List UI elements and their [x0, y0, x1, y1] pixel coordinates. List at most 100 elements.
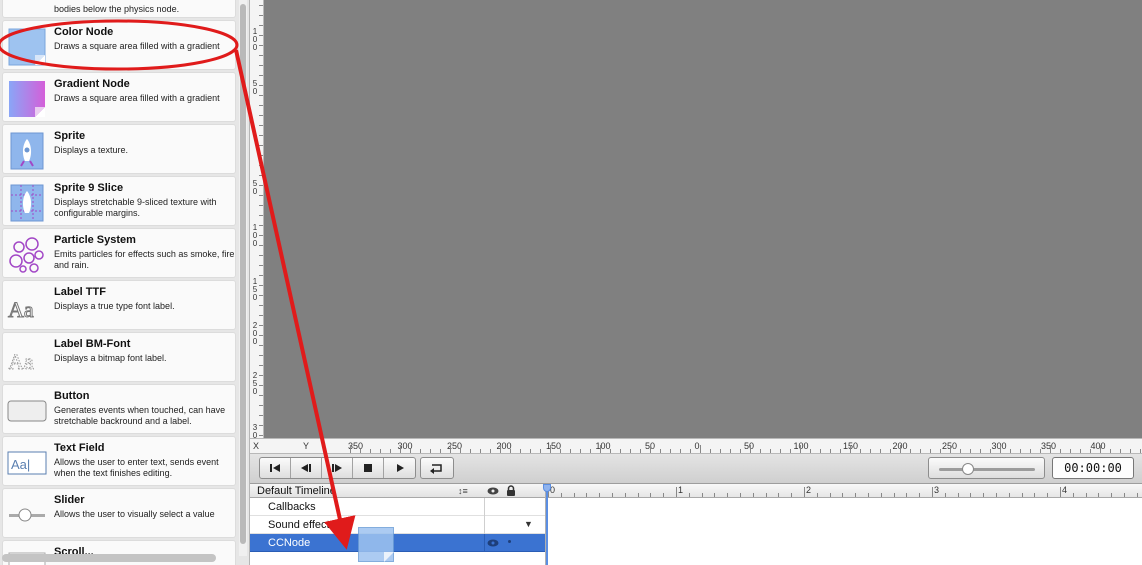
timeline-ruler-tick [1073, 493, 1074, 497]
hruler-tick [1060, 449, 1061, 453]
vruler-tick [259, 45, 263, 46]
timeline-ruler-tick [1124, 493, 1125, 497]
hruler-tick [1140, 449, 1141, 453]
vruler-label: 50 [252, 179, 258, 196]
library-item-label-ttf[interactable]: Aa Label TTF Displays a true type font lab… [2, 280, 236, 330]
timeline-zoom-slider[interactable] [928, 457, 1045, 479]
vruler-tick [259, 365, 263, 366]
loop-button[interactable] [420, 457, 454, 479]
row-label: Sound effects [268, 519, 336, 531]
timeline-row-ccnode[interactable]: CCNode [250, 534, 545, 552]
sprite-9-slice-icon [7, 183, 47, 223]
hruler-label: 100 [793, 441, 809, 451]
lock-dot-icon[interactable] [508, 540, 511, 543]
text-field-icon: Aa| [7, 443, 47, 483]
timeline-playhead[interactable] [543, 484, 551, 565]
skip-to-start-icon [270, 464, 280, 472]
stage-canvas[interactable] [264, 0, 1142, 438]
button-icon [7, 391, 47, 431]
library-item-name: Sprite [54, 130, 86, 142]
hruler-tick [670, 449, 671, 453]
hruler-tick [820, 449, 821, 453]
library-horizontal-scrollbar[interactable] [2, 554, 216, 562]
library-item-name: Text Field [54, 442, 105, 454]
disclosure-triangle-icon[interactable]: ▼ [524, 519, 533, 529]
library-item-label-bm-font[interactable]: Aa Label BM-Font Displays a bitmap font la… [2, 332, 236, 382]
step-forward-button[interactable] [322, 458, 353, 478]
vruler-tick [259, 235, 263, 236]
vruler-tick [259, 165, 263, 166]
gradient-node-icon [7, 79, 47, 119]
timeline-row-callbacks[interactable]: Callbacks [250, 498, 545, 516]
timeline-menu-icon[interactable]: ↕≡ [458, 484, 468, 498]
library-item-color-node[interactable]: Color Node Draws a square area filled wit… [2, 20, 236, 70]
timeline-time-ruler[interactable]: 01234 [546, 484, 1142, 498]
hruler-label: 100 [595, 441, 611, 451]
vruler-tick [259, 315, 263, 316]
timeline-ruler-tick [868, 493, 869, 497]
timeline-ruler-tick [1022, 493, 1023, 497]
hruler-tick [500, 445, 501, 453]
library-item-button[interactable]: Button Generates events when touched, can… [2, 384, 236, 434]
hruler-tick [750, 445, 751, 453]
label-bmfont-icon: Aa [7, 339, 47, 379]
timeline-ruler-tick [1098, 493, 1099, 497]
vruler-tick [259, 305, 263, 306]
visibility-eye-icon[interactable] [487, 538, 499, 548]
library-item-description: Displays a true type font label. [54, 301, 175, 311]
timeline-ruler-tick [945, 493, 946, 497]
library-item-sprite[interactable]: Sprite Displays a texture. [2, 124, 236, 174]
timeline-ruler-tick [574, 493, 575, 497]
library-item-description: Displays a texture. [54, 145, 129, 155]
hruler-tick [480, 449, 481, 453]
timeline-track-area[interactable]: 01234 [543, 484, 1142, 565]
playhead-handle[interactable] [543, 484, 551, 492]
y-axis-label: Y [303, 441, 310, 451]
vruler-tick [259, 65, 263, 66]
play-button[interactable] [384, 458, 415, 478]
hruler-tick [700, 445, 701, 453]
vruler-tick [259, 125, 263, 126]
time-display[interactable]: 00:00:00 [1052, 457, 1134, 479]
timeline-ruler-tick [842, 493, 843, 497]
hruler-label: 0 [694, 441, 700, 451]
timeline-ruler-tick [650, 493, 651, 497]
library-item-sprite-9-slice[interactable]: Sprite 9 Slice Displays stretchable 9-sli… [2, 176, 236, 226]
library-item-gradient-node[interactable]: Gradient Node Draws a square area filled … [2, 72, 236, 122]
skip-to-start-button[interactable] [260, 458, 291, 478]
vruler-tick [259, 425, 263, 426]
vruler-tick [259, 395, 263, 396]
hruler-tick [1130, 449, 1131, 453]
hruler-label: 400 [1090, 441, 1106, 451]
step-back-button[interactable] [291, 458, 322, 478]
vruler-tick [259, 155, 263, 156]
library-item-particle-system[interactable]: Particle System Emits particles for effec… [2, 228, 236, 278]
hruler-tick [910, 449, 911, 453]
timeline-row-sound-effects[interactable]: Sound effects ▼ [250, 516, 545, 534]
library-item-description: Allows the user to visually select a val… [54, 509, 215, 519]
library-vertical-scrollbar[interactable] [239, 0, 247, 556]
library-item-physics-node[interactable]: bodies below the physics node. [2, 0, 236, 18]
timeline-header: Default Timeline ↕≡ [250, 484, 545, 498]
hruler-tick [1030, 449, 1031, 453]
timeline-ruler-tick [778, 493, 779, 497]
scrollbar-thumb[interactable] [240, 4, 246, 544]
stop-button[interactable] [353, 458, 384, 478]
row-label: Callbacks [268, 501, 316, 513]
hruler-tick [540, 449, 541, 453]
library-item-text-field[interactable]: Aa| Text Field Allows the user to enter te… [2, 436, 236, 486]
slider-knob[interactable] [961, 463, 974, 475]
timeline-ruler-tick [1034, 493, 1035, 497]
timeline-ruler-tick [625, 493, 626, 497]
vruler-label: 200 [252, 321, 258, 346]
hruler-tick [410, 449, 411, 453]
timeline-select[interactable]: Default Timeline [257, 484, 336, 498]
library-item-slider[interactable]: Slider Allows the user to visually select… [2, 488, 236, 538]
vruler-tick [259, 265, 263, 266]
timeline-ruler-tick [766, 493, 767, 497]
hruler-tick [520, 449, 521, 453]
hruler-tick [950, 445, 951, 453]
visibility-eye-icon [487, 487, 499, 495]
play-icon [396, 464, 404, 472]
hruler-tick [1100, 445, 1101, 453]
